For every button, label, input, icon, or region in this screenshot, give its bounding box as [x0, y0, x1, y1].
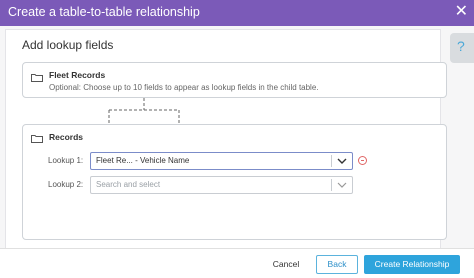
back-button[interactable]: Back	[316, 255, 358, 274]
cancel-button[interactable]: Cancel	[266, 255, 306, 274]
lookup-1-label: Lookup 1:	[48, 156, 84, 165]
lookup-2-placeholder: Search and select	[96, 180, 161, 189]
close-icon[interactable]: ✕	[455, 3, 468, 21]
select-divider	[331, 155, 332, 167]
select-divider	[331, 179, 332, 191]
help-tab[interactable]: ?	[450, 33, 474, 63]
chevron-down-icon[interactable]	[337, 157, 347, 165]
dialog-footer: Cancel Back Create Relationship	[0, 248, 474, 278]
relationship-connector	[108, 98, 180, 124]
parent-table-title: Fleet Records	[49, 70, 106, 80]
dialog-title: Create a table-to-table relationship	[8, 5, 200, 19]
help-icon[interactable]: ?	[457, 38, 465, 54]
lookup-2-select[interactable]: Search and select	[90, 176, 353, 194]
folder-icon	[31, 135, 43, 143]
parent-table-subtitle: Optional: Choose up to 10 fields to appe…	[49, 83, 319, 92]
folder-icon	[31, 74, 43, 82]
child-table-title: Records	[49, 132, 84, 142]
chevron-down-icon[interactable]	[337, 181, 347, 189]
lookup-2-label: Lookup 2:	[48, 180, 84, 189]
dialog-titlebar: Create a table-to-table relationship ✕	[0, 0, 474, 26]
lookup-1-value: Fleet Re... - Vehicle Name	[96, 156, 190, 165]
section-title: Add lookup fields	[22, 38, 114, 52]
create-relationship-button[interactable]: Create Relationship	[364, 255, 460, 274]
parent-table-card: Fleet Records Optional: Choose up to 10 …	[22, 62, 447, 98]
lookup-1-select[interactable]: Fleet Re... - Vehicle Name	[90, 152, 353, 170]
remove-lookup-icon[interactable]	[358, 156, 367, 165]
